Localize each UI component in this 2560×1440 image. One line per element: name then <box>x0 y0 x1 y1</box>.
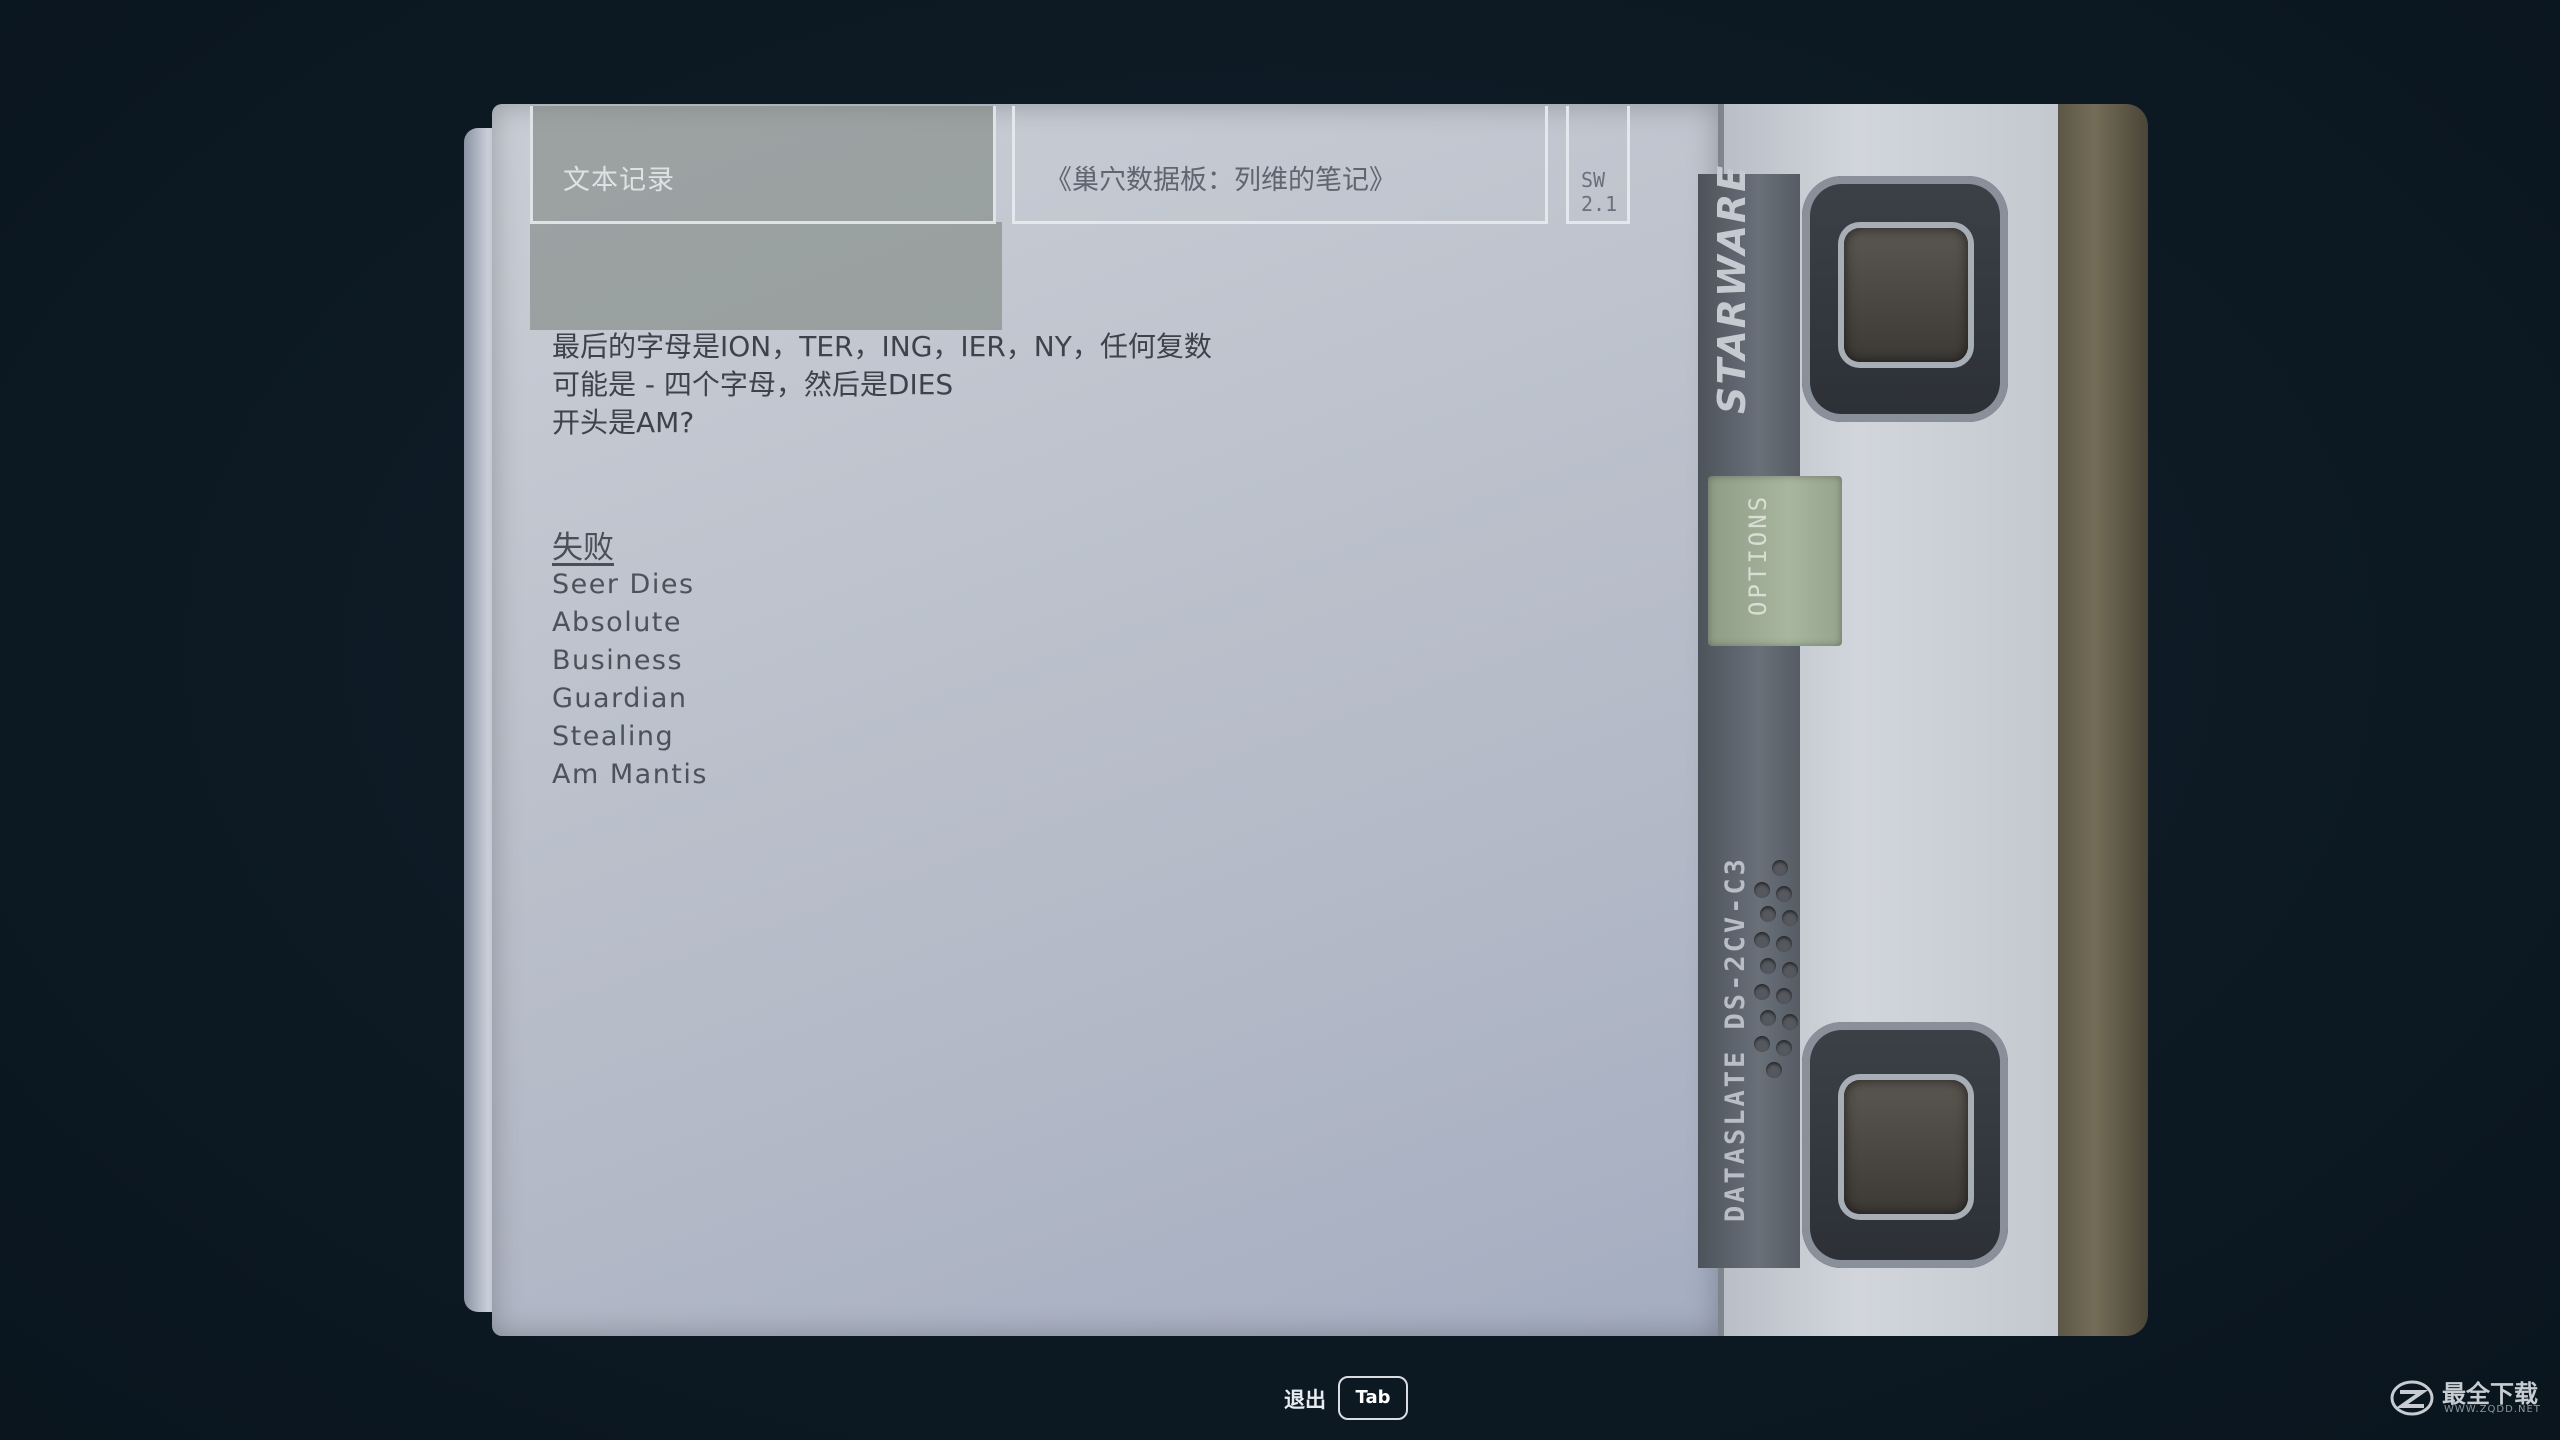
note-line: 开头是AM? <box>552 406 695 439</box>
note-line: 最后的字母是ION，TER，ING，IER，NY，任何复数 <box>552 330 1212 363</box>
slate-screen: 文本记录 《巢穴数据板：列维的笔记》 SW 2.1 最后的字母是ION，TER，… <box>492 104 1772 1336</box>
bottom-button-well <box>1802 1022 2008 1268</box>
options-label: OPTIONS <box>1744 493 1772 616</box>
failed-item: Business <box>552 645 684 676</box>
note-line: 可能是 - 四个字母，然后是DIES <box>552 368 954 401</box>
watermark-logo-icon <box>2390 1380 2434 1416</box>
watermark-subtext: WWW.ZQDD.NET <box>2444 1404 2541 1415</box>
tab-text-record-label: 文本记录 <box>563 165 675 196</box>
document-title: 《巢穴数据板：列维的笔记》 <box>1045 165 1396 196</box>
exit-tab-key[interactable]: Tab <box>1338 1376 1408 1420</box>
software-version-line2: 2.1 <box>1581 192 1618 216</box>
dataslate-device: 文本记录 《巢穴数据板：列维的笔记》 SW 2.1 最后的字母是ION，TER，… <box>464 104 2148 1336</box>
failed-list: Seer Dies Absolute Business Guardian Ste… <box>552 566 708 794</box>
model-label: DATASLATE DS-2CV-C3 <box>1720 856 1751 1222</box>
exit-label: 退出 <box>1284 1388 1326 1412</box>
device-edge <box>2058 104 2148 1336</box>
failed-item: Guardian <box>552 683 688 714</box>
software-version: SW 2.1 <box>1581 168 1617 216</box>
software-version-line1: SW <box>1581 168 1606 192</box>
failed-item: Stealing <box>552 721 675 752</box>
options-button[interactable] <box>1708 476 1842 646</box>
failed-item: Am Mantis <box>552 759 708 790</box>
failed-item: Absolute <box>552 607 683 638</box>
top-button-well <box>1802 176 2008 422</box>
failed-heading: 失败 <box>552 530 614 566</box>
note-body: 最后的字母是ION，TER，ING，IER，NY，任何复数 可能是 - 四个字母… <box>552 328 1212 442</box>
document-title-box: 《巢穴数据板：列维的笔记》 <box>1012 106 1548 224</box>
tab-text-record[interactable]: 文本记录 <box>530 106 996 224</box>
bottom-hardware-button[interactable] <box>1844 1080 1968 1214</box>
brand-label: STARWARE <box>1710 163 1754 414</box>
tab-highlight <box>530 222 1002 330</box>
failed-item: Seer Dies <box>552 569 695 600</box>
software-version-box: SW 2.1 <box>1566 106 1630 224</box>
top-hardware-button[interactable] <box>1844 228 1968 362</box>
